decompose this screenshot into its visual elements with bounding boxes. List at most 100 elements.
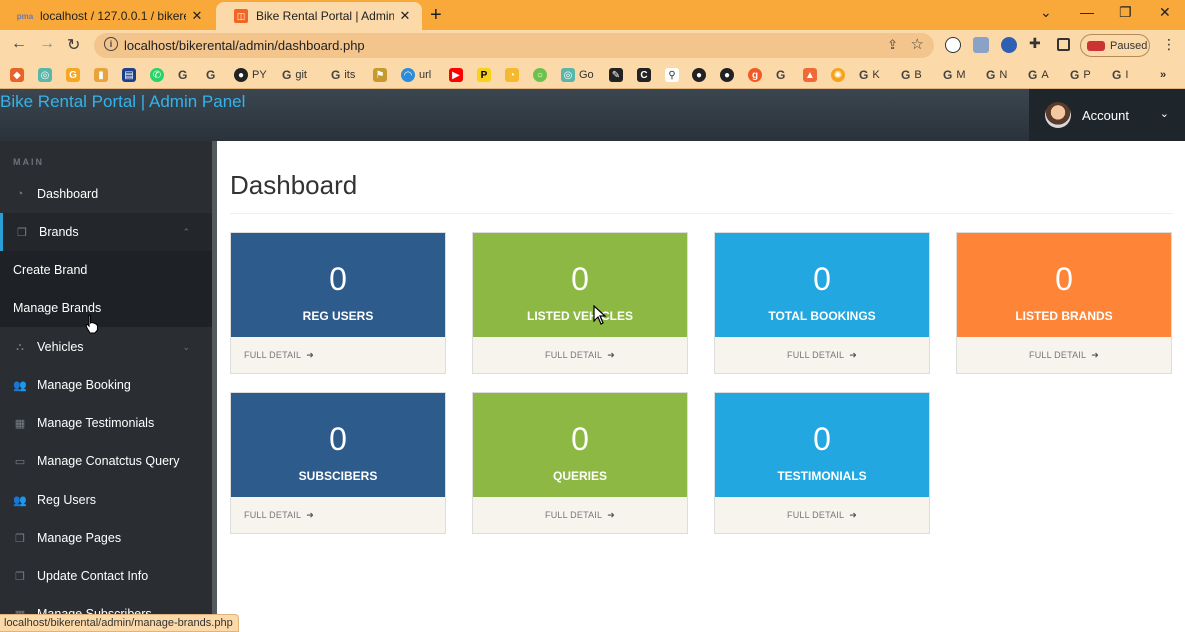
sidebar-item-update-contact-info[interactable]: ❐ Update Contact Info — [0, 557, 212, 595]
stat-label: QUERIES — [552, 469, 607, 483]
sidebar-item-manage-pages[interactable]: ❐ Manage Pages — [0, 519, 212, 557]
full-detail-link[interactable]: FULL DETAIL ➜ — [715, 497, 929, 533]
bookmark-star-icon[interactable]: ☆ — [911, 35, 924, 53]
bookmark-item[interactable]: ✺ — [831, 66, 849, 84]
google-icon: G — [1112, 68, 1122, 82]
panda-extension-icon[interactable] — [945, 37, 961, 53]
bookmark-go[interactable]: ◎ Go — [561, 66, 594, 84]
full-detail-link[interactable]: FULL DETAIL ➜ — [231, 497, 445, 533]
arrow-right-icon: ➜ — [849, 509, 857, 520]
side-panel-icon[interactable] — [1057, 38, 1070, 51]
bookmark-item[interactable]: ◔ — [505, 66, 523, 84]
ieee-icon: ▤ — [122, 68, 136, 82]
bookmark-item[interactable]: g — [748, 66, 766, 84]
bookmark-item[interactable]: ◆ — [10, 66, 28, 84]
bookmark-git[interactable]: Ggit — [282, 66, 307, 84]
restore-button[interactable]: ❐ — [1119, 4, 1132, 21]
address-url[interactable]: localhost/bikerental/admin/dashboard.php — [124, 38, 365, 53]
full-detail-link[interactable]: FULL DETAIL ➜ — [957, 337, 1171, 373]
minimize-button[interactable]: — — [1080, 4, 1094, 20]
sidebar-subitem-manage-brands[interactable]: Manage Brands — [0, 289, 212, 327]
sidebar-item-label: Manage Pages — [37, 531, 122, 545]
browser-tab-phpmyadmin[interactable]: pma localhost / 127.0.0.1 / bikerental ✕ — [0, 2, 214, 30]
bookmark-b[interactable]: GB — [901, 66, 922, 84]
bookmark-a[interactable]: GA — [1028, 66, 1049, 84]
sidebar-item-brands[interactable]: ❐ Brands ⌃ — [0, 213, 212, 251]
stat-label: REG USERS — [302, 309, 374, 323]
sidebar-item-dashboard[interactable]: ◔ Dashboard — [0, 175, 212, 213]
bookmark-its[interactable]: Gits — [331, 66, 355, 84]
extension-icon[interactable] — [1001, 37, 1017, 53]
more-bookmarks-icon[interactable]: » — [1160, 66, 1166, 84]
sidebar-item-manage-contactus-query[interactable]: ▭ Manage Conatctus Query — [0, 442, 212, 480]
info-icon[interactable]: i — [104, 37, 118, 51]
bookmark-p[interactable]: GP — [1070, 66, 1091, 84]
sidebar-item-manage-booking[interactable]: 👥 Manage Booking — [0, 366, 212, 404]
bookmark-item[interactable]: C — [637, 66, 655, 84]
new-tab-button[interactable]: + — [430, 4, 442, 27]
puzzle-icon[interactable]: ✚ — [1029, 35, 1045, 51]
bookmark-item[interactable]: G — [206, 66, 219, 84]
bookmark-item[interactable]: P — [477, 66, 495, 84]
back-button[interactable]: ← — [11, 35, 27, 53]
bookmark-item[interactable]: ▤ — [122, 66, 140, 84]
phpmyadmin-icon: pma — [16, 11, 34, 21]
bookmark-item[interactable]: ○ — [533, 66, 551, 84]
extension-icon[interactable] — [973, 37, 989, 53]
stat-label: TESTIMONIALS — [777, 469, 867, 483]
sidebar-item-label: Manage Testimonials — [37, 416, 155, 430]
address-bar[interactable]: i localhost/bikerental/admin/dashboard.p… — [94, 33, 934, 58]
stat-card-body: 0 SUBSCIBERS — [231, 393, 445, 497]
close-icon[interactable]: ✕ — [398, 8, 412, 24]
bookmark-k[interactable]: GK — [859, 66, 880, 84]
account-menu[interactable]: Account ⌄ — [1029, 89, 1185, 141]
bookmark-icon: C — [637, 68, 651, 82]
bike-icon: ◫ — [234, 9, 248, 23]
sidebar-scrollbar[interactable] — [212, 141, 217, 632]
browser-menu-icon[interactable]: ⋮ — [1162, 36, 1176, 53]
window-close-button[interactable]: ✕ — [1159, 4, 1171, 21]
bookmark-item[interactable]: ● — [720, 66, 738, 84]
forward-button[interactable]: → — [39, 35, 55, 53]
bookmark-item[interactable]: ▲ — [803, 66, 821, 84]
stat-card-listed-vehicles: 0 LISTED VEHICLES FULL DETAIL ➜ — [472, 232, 688, 374]
bookmark-item[interactable]: ⚲ — [665, 66, 683, 84]
bookmark-item[interactable]: ⚑ — [373, 66, 391, 84]
tab-search-icon[interactable]: ⌄ — [1040, 4, 1052, 21]
sidebar-item-reg-users[interactable]: 👥 Reg Users — [0, 481, 212, 519]
hand-cursor-icon — [85, 314, 99, 334]
bookmark-item[interactable]: ● — [692, 66, 710, 84]
full-detail-link[interactable]: FULL DETAIL ➜ — [473, 337, 687, 373]
browser-toolbar: ← → ↻ i localhost/bikerental/admin/dashb… — [0, 30, 1185, 61]
share-icon[interactable]: ⇪ — [887, 37, 898, 53]
bookmark-url[interactable]: ◠ url — [401, 66, 431, 84]
bookmark-n[interactable]: GN — [986, 66, 1007, 84]
bookmark-item[interactable]: ▶ — [449, 66, 467, 84]
bookmark-item[interactable]: G — [178, 66, 191, 84]
profile-paused-button[interactable]: Paused — [1080, 34, 1150, 57]
full-detail-link[interactable]: FULL DETAIL ➜ — [715, 337, 929, 373]
sidebar-subitem-create-brand[interactable]: Create Brand — [0, 251, 212, 289]
bookmark-item[interactable]: ✆ — [150, 66, 168, 84]
sidebar-item-vehicles[interactable]: ⛬ Vehicles ⌄ — [0, 328, 212, 366]
bookmark-item[interactable]: ▮ — [94, 66, 112, 84]
bookmark-item[interactable]: G — [776, 66, 789, 84]
bookmark-icon: ○ — [533, 68, 547, 82]
bookmark-item[interactable]: G — [66, 66, 84, 84]
full-detail-link[interactable]: FULL DETAIL ➜ — [473, 497, 687, 533]
stat-card-body: 0 TESTIMONIALS — [715, 393, 929, 497]
browser-tab-bike-rental[interactable]: ◫ Bike Rental Portal | Admin Dashb ✕ — [216, 2, 422, 30]
bookmark-m[interactable]: GM — [943, 66, 966, 84]
close-icon[interactable]: ✕ — [190, 8, 204, 24]
full-detail-link[interactable]: FULL DETAIL ➜ — [231, 337, 445, 373]
stat-card-body: 0 REG USERS — [231, 233, 445, 337]
brand-title[interactable]: Bike Rental Portal | Admin Panel — [0, 92, 245, 112]
sidebar-item-manage-testimonials[interactable]: ▦ Manage Testimonials — [0, 404, 212, 442]
bookmark-i[interactable]: GI — [1112, 66, 1128, 84]
bookmark-item[interactable]: ◎ — [38, 66, 56, 84]
stat-card-body: 0 QUERIES — [473, 393, 687, 497]
reload-button[interactable]: ↻ — [67, 35, 80, 55]
bookmark-item[interactable]: ✎ — [609, 66, 627, 84]
wifi-icon: ◠ — [401, 68, 415, 82]
bookmark-py[interactable]: ● PY — [234, 66, 267, 84]
